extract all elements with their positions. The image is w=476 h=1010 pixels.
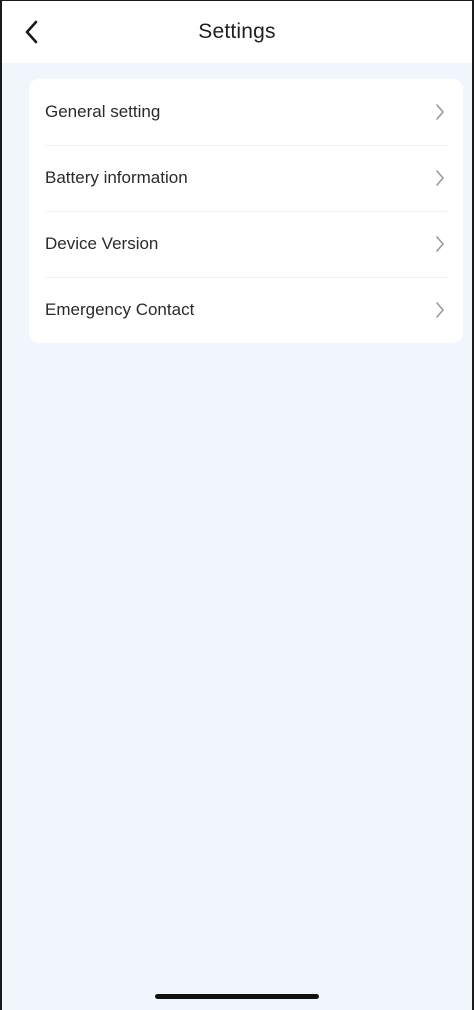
- chevron-right-icon: [433, 168, 447, 188]
- top-bar: Settings: [2, 1, 472, 63]
- device-version-item[interactable]: Device Version: [29, 211, 463, 277]
- chevron-right-icon: [433, 300, 447, 320]
- home-indicator[interactable]: [155, 994, 319, 999]
- page-title: Settings: [198, 20, 276, 43]
- battery-information-item[interactable]: Battery information: [29, 145, 463, 211]
- list-item-label: Emergency Contact: [45, 300, 195, 319]
- settings-list: General setting Battery information Devi…: [29, 79, 463, 343]
- chevron-right-icon: [433, 234, 447, 254]
- list-item-label: General setting: [45, 102, 161, 121]
- general-setting-item[interactable]: General setting: [29, 79, 463, 145]
- list-item-label: Device Version: [45, 234, 159, 253]
- chevron-right-icon: [433, 102, 447, 122]
- settings-screen: Settings General setting Battery informa…: [0, 0, 474, 1010]
- list-item-label: Battery information: [45, 168, 188, 187]
- emergency-contact-item[interactable]: Emergency Contact: [29, 277, 463, 343]
